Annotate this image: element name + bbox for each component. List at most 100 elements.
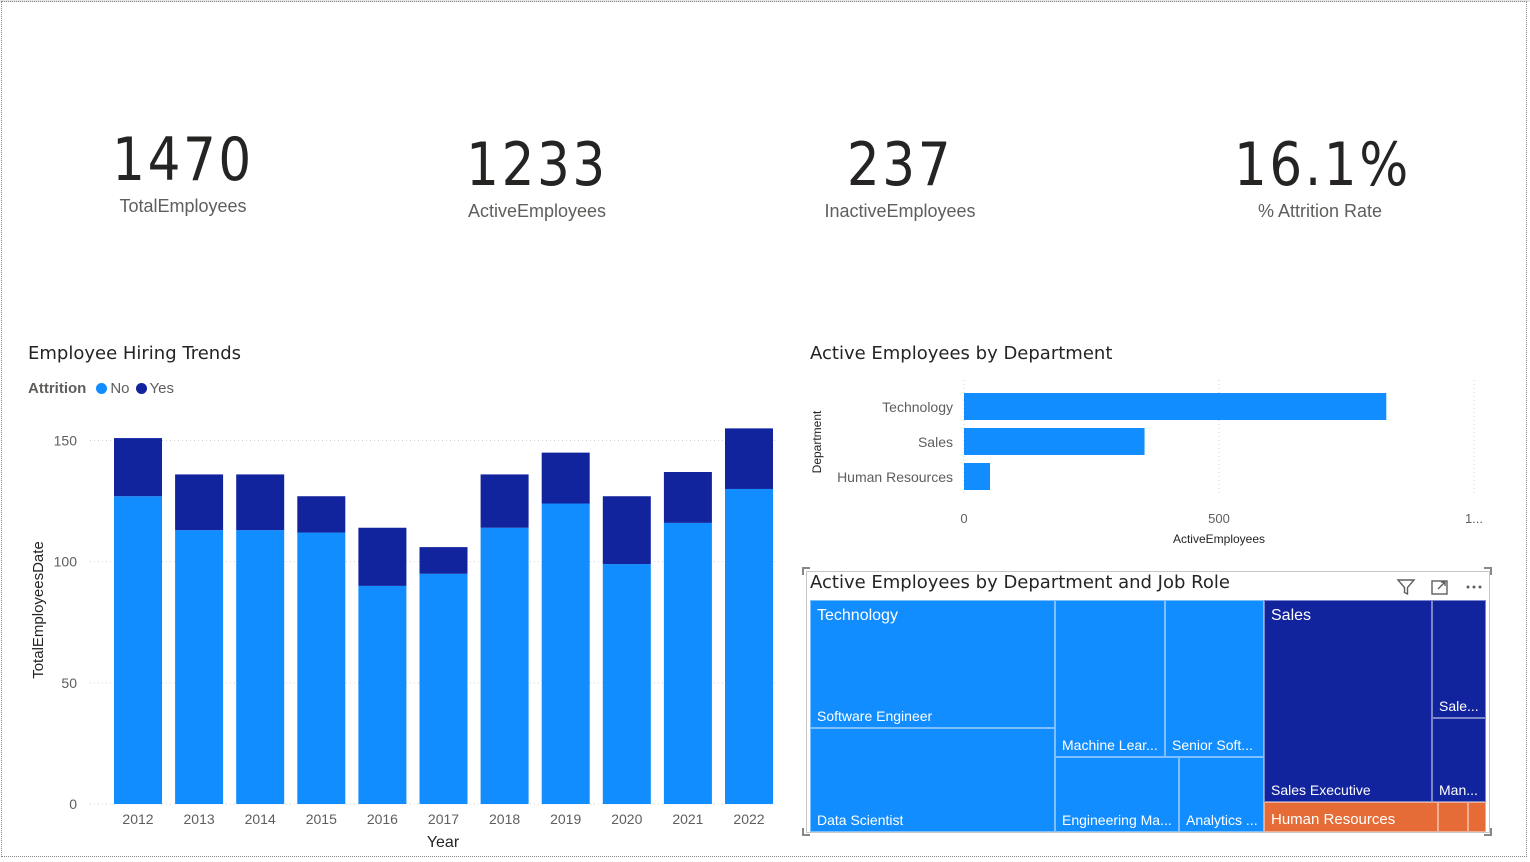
x-tick-label: 2016 [367, 811, 398, 827]
tile-label: Machine Lear... [1062, 737, 1158, 753]
hiring-chart-legend: Attrition No Yes [28, 380, 180, 397]
x-axis-title: Year [427, 834, 460, 851]
kpi-attrition-rate[interactable]: 16.1% % Attrition Rate [1220, 133, 1420, 222]
treemap-tile-sales-other[interactable]: Sale... [1432, 600, 1486, 718]
bar-no-2014[interactable] [236, 530, 285, 804]
tile-label: Sale... [1439, 698, 1479, 714]
kpi-label: ActiveEmployees [467, 201, 607, 221]
kpi-label: InactiveEmployees [824, 201, 976, 221]
bar-no-2017[interactable] [419, 573, 468, 804]
treemap-tile-human-resources[interactable]: Human Resources [1264, 802, 1438, 832]
treemap-tile-hr-small-2[interactable] [1468, 802, 1486, 832]
x-tick-label: 2021 [672, 811, 703, 827]
kpi-value: 1233 [466, 130, 608, 200]
bar-no-2019[interactable] [541, 503, 590, 804]
tile-label: Software Engineer [817, 708, 933, 724]
treemap-group-sales: Sales [1271, 607, 1312, 624]
x-tick-label: 2018 [489, 811, 520, 827]
treemap-tile-engineering-manager[interactable]: Engineering Ma... [1055, 757, 1179, 832]
tile-label: Sales Executive [1271, 782, 1371, 798]
y-tick-label: Technology [882, 399, 953, 415]
kpi-active-employees[interactable]: 1233 ActiveEmployees [447, 133, 627, 222]
bar-sales[interactable] [964, 428, 1145, 455]
department-chart[interactable]: 0 500 1... Technology Sales Human Resources Ac… [800, 375, 1500, 555]
resize-handle-top-left[interactable] [802, 567, 810, 575]
bar-technology[interactable] [964, 393, 1387, 420]
bar-yes-2020[interactable] [602, 496, 651, 565]
x-tick-label: 2017 [428, 811, 459, 827]
y-tick-label: Human Resources [837, 469, 953, 485]
bar-no-2013[interactable] [175, 530, 224, 804]
legend-title: Attrition [28, 380, 87, 397]
y-tick-label: 0 [69, 796, 77, 812]
bar-no-2012[interactable] [114, 496, 162, 804]
hiring-chart-title: Employee Hiring Trends [28, 343, 242, 364]
x-tick-label: 2015 [306, 811, 337, 827]
bar-yes-2015[interactable] [297, 496, 346, 533]
x-tick-label: 0 [960, 511, 967, 526]
treemap-tile-sales-executive[interactable]: Sales Sales Executive [1264, 600, 1432, 802]
x-tick-label: 2014 [245, 811, 276, 827]
legend-item-yes[interactable]: Yes [135, 380, 174, 397]
y-axis-title: TotalEmployeesDate [30, 541, 47, 679]
resize-handle-bottom-left[interactable] [802, 828, 810, 836]
bar-yes-2022[interactable] [725, 428, 773, 489]
tile-label: Human Resources [1271, 811, 1396, 828]
kpi-total-employees[interactable]: 1470 TotalEmployees [93, 128, 273, 217]
bar-no-2020[interactable] [602, 564, 651, 804]
bar-yes-2013[interactable] [175, 474, 224, 531]
bar-yes-2021[interactable] [663, 472, 712, 523]
treemap-tile-hr-small-1[interactable] [1438, 802, 1468, 832]
bar-human-resources[interactable] [964, 463, 991, 490]
y-tick-label: 50 [61, 675, 77, 691]
y-tick-label: Sales [918, 434, 953, 450]
kpi-value: 16.1% [1234, 130, 1411, 200]
x-tick-label: 2013 [184, 811, 215, 827]
treemap-tile-analytics[interactable]: Analytics ... [1179, 757, 1264, 832]
department-chart-title: Active Employees by Department [810, 343, 1113, 364]
bar-yes-2014[interactable] [236, 474, 285, 531]
treemap-tile-software-engineer[interactable]: Technology Software Engineer [810, 600, 1055, 728]
bar-no-2021[interactable] [663, 522, 712, 804]
treemap-tile-machine-learning[interactable]: Machine Lear... [1055, 600, 1165, 757]
more-options-icon[interactable] [1462, 576, 1486, 598]
legend-dot-yes-icon [135, 383, 147, 394]
bar-yes-2019[interactable] [541, 452, 590, 504]
bar-no-2015[interactable] [297, 532, 346, 804]
treemap-group-technology: Technology [817, 607, 898, 624]
x-axis-title: ActiveEmployees [1173, 532, 1265, 546]
bar-no-2016[interactable] [358, 585, 407, 804]
tile-label: Man... [1439, 782, 1478, 798]
bar-no-2018[interactable] [480, 527, 529, 804]
bar-yes-2018[interactable] [480, 474, 529, 528]
tile-label: Data Scientist [817, 812, 904, 828]
resize-handle-top-right[interactable] [1484, 567, 1492, 575]
treemap[interactable]: Technology Software Engineer Data Scient… [810, 600, 1486, 832]
x-tick-label: 1... [1465, 511, 1483, 526]
x-tick-label: 2012 [122, 811, 153, 827]
legend-item-no[interactable]: No [96, 380, 130, 397]
bar-yes-2016[interactable] [358, 527, 407, 586]
x-tick-label: 2019 [550, 811, 581, 827]
filter-icon[interactable] [1394, 576, 1418, 598]
kpi-value: 1470 [112, 125, 254, 195]
y-axis-title: Department [810, 410, 824, 473]
y-tick-label: 100 [54, 554, 78, 570]
kpi-inactive-employees[interactable]: 237 InactiveEmployees [800, 133, 1000, 222]
bar-yes-2017[interactable] [419, 547, 468, 574]
treemap-tile-senior-software[interactable]: Senior Soft... [1165, 600, 1264, 757]
kpi-value: 237 [846, 130, 954, 200]
focus-mode-icon[interactable] [1428, 576, 1452, 598]
treemap-tile-data-scientist[interactable]: Data Scientist [810, 728, 1055, 832]
kpi-label: TotalEmployees [119, 196, 247, 216]
bar-yes-2012[interactable] [114, 438, 162, 497]
kpi-label: % Attrition Rate [1257, 201, 1383, 221]
treemap-tile-manager[interactable]: Man... [1432, 718, 1486, 802]
hiring-chart[interactable]: 0 50 100 150 2012 2013 2014 2015 2016 2017 2018 201… [0, 420, 790, 860]
y-tick-label: 150 [54, 433, 78, 449]
tile-label: Engineering Ma... [1062, 812, 1172, 828]
legend-label-no: No [110, 380, 130, 397]
visual-header-icons [1394, 576, 1486, 598]
x-tick-label: 2020 [611, 811, 642, 827]
bar-no-2022[interactable] [725, 488, 773, 804]
